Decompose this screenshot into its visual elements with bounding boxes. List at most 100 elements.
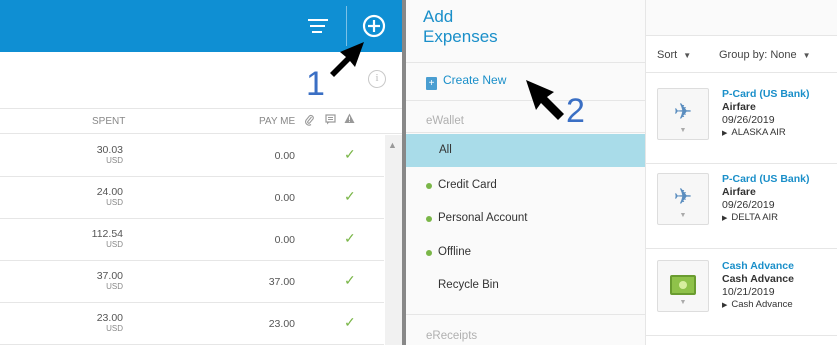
spent-currency: USD: [106, 198, 123, 207]
pay-me-amount: 37.00: [268, 276, 295, 288]
pay-me-amount: 23.00: [268, 318, 295, 330]
ewallet-item-label: Offline: [438, 246, 472, 258]
alert-icon: [344, 113, 355, 127]
spent-currency: USD: [106, 240, 123, 249]
ewallet-item-personal-account[interactable]: Personal Account: [406, 202, 645, 235]
table-row[interactable]: 112.54 USD 0.00 ✓: [0, 219, 384, 261]
transaction-thumbnail[interactable]: ▼: [657, 260, 709, 312]
status-dot-icon: [426, 250, 432, 256]
spent-currency: USD: [106, 156, 123, 165]
divider: [646, 72, 837, 73]
transaction-card[interactable]: ✈ ▼ P-Card (US Bank) Airfare 09/26/2019 …: [646, 78, 837, 164]
section-heading-ereceipts: eReceipts: [426, 330, 478, 342]
spent-amount: 37.00: [96, 270, 123, 282]
card-title[interactable]: Cash Advance: [722, 260, 794, 272]
group-by-dropdown[interactable]: Group by: None ▼: [719, 49, 811, 61]
card-title[interactable]: P-Card (US Bank): [722, 88, 810, 100]
chevron-down-icon[interactable]: ▼: [658, 212, 708, 219]
table-row[interactable]: 37.00 USD 37.00 ✓: [0, 261, 384, 303]
card-merchant[interactable]: ▶ DELTA AIR: [722, 212, 778, 223]
ewallet-item-label: Recycle Bin: [438, 279, 499, 291]
check-icon: ✓: [344, 188, 356, 204]
sort-dropdown[interactable]: Sort ▼: [657, 49, 691, 61]
ewallet-item-credit-card[interactable]: Credit Card: [406, 169, 645, 202]
card-date: 10/21/2019: [722, 286, 775, 298]
transaction-thumbnail[interactable]: ✈ ▼: [657, 173, 709, 225]
pay-me-amount: 0.00: [274, 192, 295, 204]
card-expense-type: Cash Advance: [722, 273, 794, 285]
scroll-up-icon[interactable]: ▲: [388, 140, 397, 150]
transaction-card[interactable]: ✈ ▼ P-Card (US Bank) Airfare 09/26/2019 …: [646, 163, 837, 249]
divider: [406, 132, 645, 133]
annotation-arrow-icon: [526, 80, 564, 120]
airplane-icon: ✈: [673, 99, 693, 124]
card-date: 09/26/2019: [722, 114, 775, 126]
table-header: SPENT PAY ME: [0, 108, 402, 134]
status-dot-icon: [426, 216, 432, 222]
transaction-card[interactable]: ▼ Cash Advance Cash Advance 10/21/2019 ▶…: [646, 250, 837, 336]
spent-currency: USD: [106, 324, 123, 333]
ewallet-item-all[interactable]: All: [406, 134, 645, 167]
airplane-icon: ✈: [673, 184, 693, 209]
section-heading-ewallet: eWallet: [426, 115, 464, 127]
ewallet-item-label: Credit Card: [438, 179, 497, 191]
column-header-pay-me[interactable]: PAY ME: [259, 116, 295, 127]
card-merchant[interactable]: ▶ ALASKA AIR: [722, 127, 786, 138]
card-title[interactable]: P-Card (US Bank): [722, 173, 810, 185]
ewallet-item-recycle-bin[interactable]: Recycle Bin: [406, 269, 645, 302]
status-dot-icon: [426, 183, 432, 189]
check-icon: ✓: [344, 272, 356, 288]
create-new-label: Create New: [443, 73, 507, 87]
sort-lines-icon[interactable]: [300, 8, 336, 44]
cash-icon: [670, 275, 696, 295]
ewallet-item-label: Personal Account: [438, 212, 528, 224]
check-icon: ✓: [344, 146, 356, 162]
spent-amount: 30.03: [96, 144, 123, 156]
expense-rows: 30.03 USD 0.00 ✓ 24.00 USD 0.00 ✓ 112.54…: [0, 135, 384, 345]
check-icon: ✓: [344, 314, 356, 330]
transactions-pane: Sort ▼ Group by: None ▼ ✈ ▼ P-Card (US Ban…: [645, 0, 837, 345]
merchant-label: Cash Advance: [731, 299, 793, 310]
caret-right-icon: ▶: [722, 215, 728, 222]
annotation-number-1: 1: [306, 65, 325, 103]
ewallet-item-offline[interactable]: Offline: [406, 236, 645, 269]
document-plus-icon: +: [426, 77, 437, 90]
card-merchant[interactable]: ▶ Cash Advance: [722, 299, 793, 310]
add-expenses-pane: Add Expenses + Create New eWallet All Cre…: [402, 0, 645, 345]
add-circle-icon[interactable]: [356, 8, 392, 44]
chevron-down-icon[interactable]: ▼: [658, 299, 708, 306]
merchant-label: DELTA AIR: [731, 212, 779, 223]
table-row[interactable]: 23.00 USD 23.00 ✓: [0, 303, 384, 345]
title-line-2: Expenses: [423, 27, 498, 46]
merchant-label: ALASKA AIR: [731, 127, 786, 138]
page-title: Add Expenses: [423, 7, 498, 47]
spent-currency: USD: [106, 282, 123, 291]
chevron-down-icon: ▼: [802, 51, 811, 60]
spent-amount: 23.00: [96, 312, 123, 324]
column-header-spent[interactable]: SPENT: [92, 116, 125, 127]
annotation-number-2: 2: [566, 92, 585, 130]
create-new-button[interactable]: + Create New: [426, 73, 507, 90]
chevron-down-icon: ▼: [683, 51, 692, 60]
paperclip-icon: [305, 114, 314, 129]
annotation-arrow-icon: [330, 42, 364, 77]
divider: [406, 314, 645, 315]
scrollbar[interactable]: ▲: [385, 135, 402, 345]
pane-header: [646, 0, 837, 36]
card-expense-type: Airfare: [722, 101, 756, 113]
divider: [406, 62, 645, 63]
transaction-thumbnail[interactable]: ✈ ▼: [657, 88, 709, 140]
spent-amount: 24.00: [96, 186, 123, 198]
pay-me-amount: 0.00: [274, 234, 295, 246]
chevron-down-icon[interactable]: ▼: [658, 127, 708, 134]
comment-icon: [325, 114, 336, 128]
card-date: 09/26/2019: [722, 199, 775, 211]
info-icon[interactable]: i: [368, 70, 386, 88]
pay-me-amount: 0.00: [274, 150, 295, 162]
sort-label: Sort: [657, 49, 678, 61]
check-icon: ✓: [344, 230, 356, 246]
table-row[interactable]: 30.03 USD 0.00 ✓: [0, 135, 384, 177]
table-row[interactable]: 24.00 USD 0.00 ✓: [0, 177, 384, 219]
ewallet-item-label: All: [439, 144, 452, 156]
group-by-label: Group by: None: [719, 49, 797, 61]
